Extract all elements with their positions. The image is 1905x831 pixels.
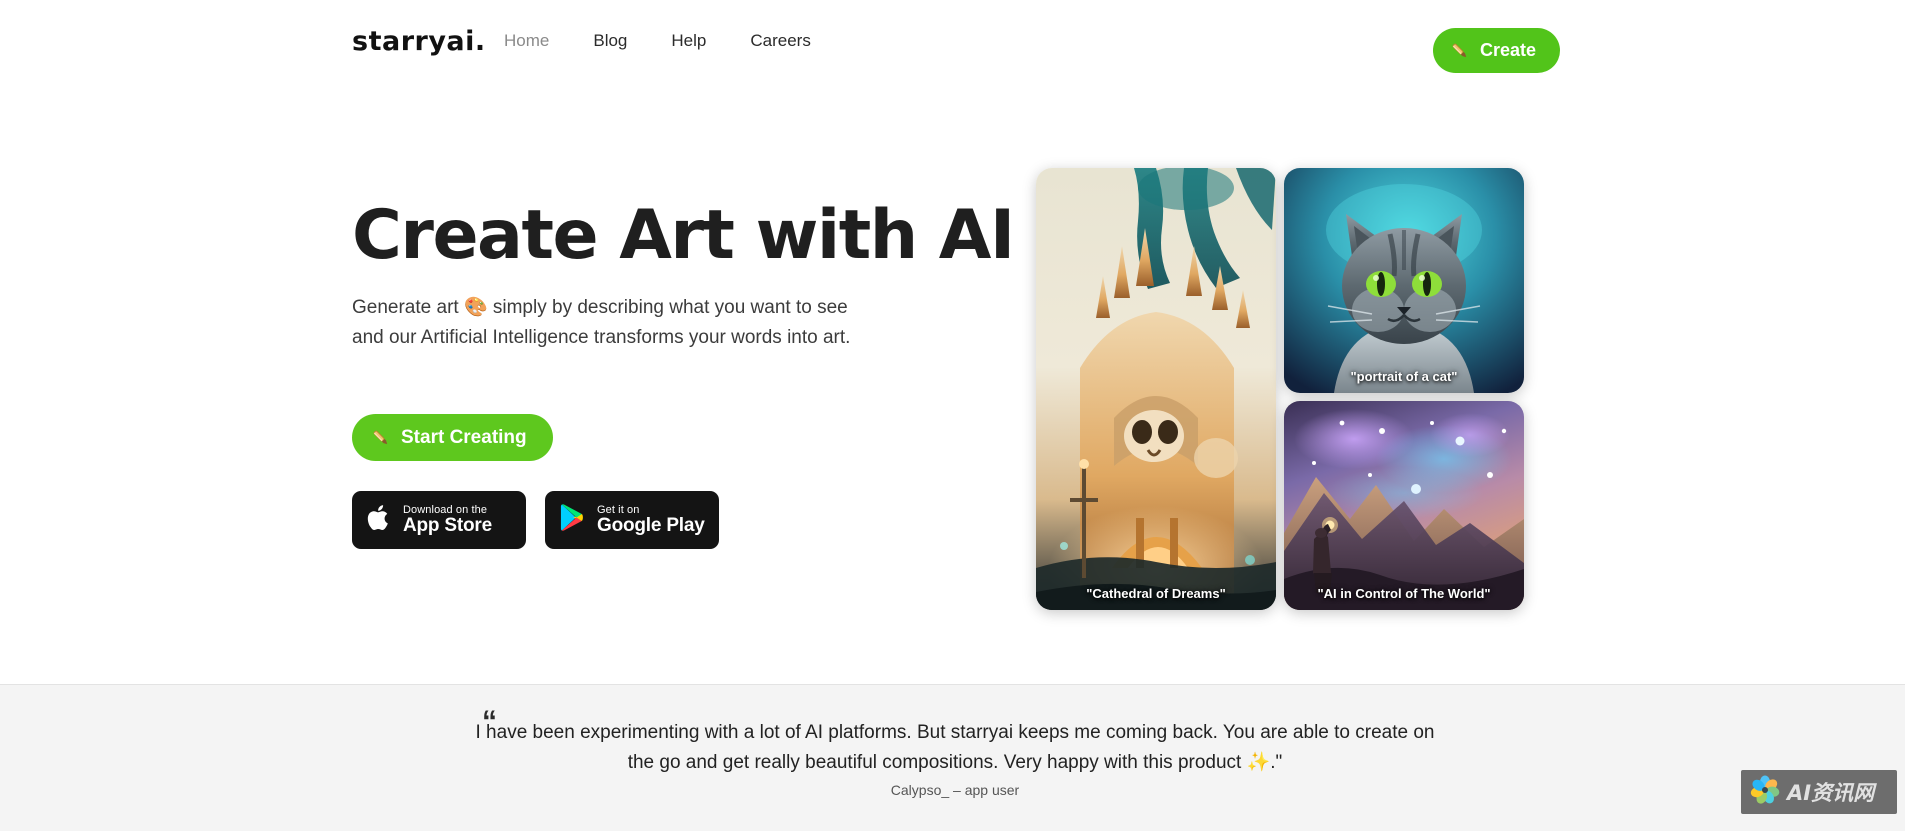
nav-item-help[interactable]: Help (671, 31, 706, 51)
hero-gallery-right-column: "portrait of a cat" "AI in Control of Th… (1284, 168, 1524, 610)
paintbrush-icon (1449, 40, 1471, 62)
card-portrait-of-a-cat[interactable]: "portrait of a cat" (1284, 168, 1524, 393)
google-play-icon (559, 503, 586, 537)
main-nav: Home Blog Help Careers (504, 31, 811, 51)
google-play-big: Google Play (597, 515, 705, 537)
nav-item-blog[interactable]: Blog (593, 31, 627, 51)
landing-page: starryai. Home Blog Help Careers Create (0, 0, 1905, 831)
hero-subtext: Generate art 🎨 simply by describing what… (352, 293, 992, 352)
hero-subtext-line2: and our Artificial Intelligence transfor… (352, 326, 851, 348)
card-ai-in-control-of-the-world[interactable]: "AI in Control of The World" (1284, 401, 1524, 610)
nav-item-careers[interactable]: Careers (750, 31, 810, 51)
watermark-text: AI资讯网 (1787, 781, 1875, 805)
card-caption: "Cathedral of Dreams" (1086, 586, 1226, 601)
site-header: starryai. Home Blog Help Careers Create (0, 0, 1905, 90)
watermark: AI资讯网 (1741, 770, 1897, 814)
create-button-label: Create (1479, 40, 1536, 60)
cathedral-artwork (1036, 168, 1276, 610)
page-title: Create Art with AI (352, 196, 1015, 275)
logo[interactable]: starryai. (352, 26, 486, 57)
logo-dot: . (474, 26, 486, 57)
hero-gallery: "Cathedral of Dreams" "portrait of a cat… (1036, 168, 1524, 610)
store-badge-row: Download on the App Store Get it on Goog… (352, 491, 992, 550)
card-cathedral-of-dreams[interactable]: "Cathedral of Dreams" (1036, 168, 1276, 610)
create-button[interactable]: Create (1432, 28, 1560, 73)
card-caption: "portrait of a cat" (1350, 369, 1458, 384)
app-store-text: Download on the App Store (403, 504, 492, 537)
hero-text-block: Create Art with AI Generate art 🎨 simply… (352, 196, 1015, 550)
app-store-badge[interactable]: Download on the App Store (352, 491, 526, 550)
start-creating-button[interactable]: Start Creating (352, 414, 553, 462)
logo-text: starryai (352, 26, 475, 57)
apple-icon (366, 503, 392, 538)
app-store-big: App Store (403, 515, 492, 537)
paintbrush-icon (370, 427, 392, 449)
testimonial-author: Calypso_ – app user (890, 782, 1020, 798)
cosmic-artwork (1284, 401, 1524, 610)
google-play-badge[interactable]: Get it on Google Play (545, 491, 719, 550)
nav-item-home[interactable]: Home (504, 31, 549, 51)
flower-pinwheel-logo-icon (1749, 774, 1781, 811)
cat-artwork (1284, 168, 1524, 393)
google-play-text: Get it on Google Play (597, 504, 705, 537)
hero-subtext-line1: Generate art 🎨 simply by describing what… (352, 297, 848, 319)
start-creating-label: Start Creating (401, 426, 527, 448)
testimonial-text: I have been experimenting with a lot of … (475, 722, 1435, 774)
card-caption: "AI in Control of The World" (1317, 586, 1491, 601)
